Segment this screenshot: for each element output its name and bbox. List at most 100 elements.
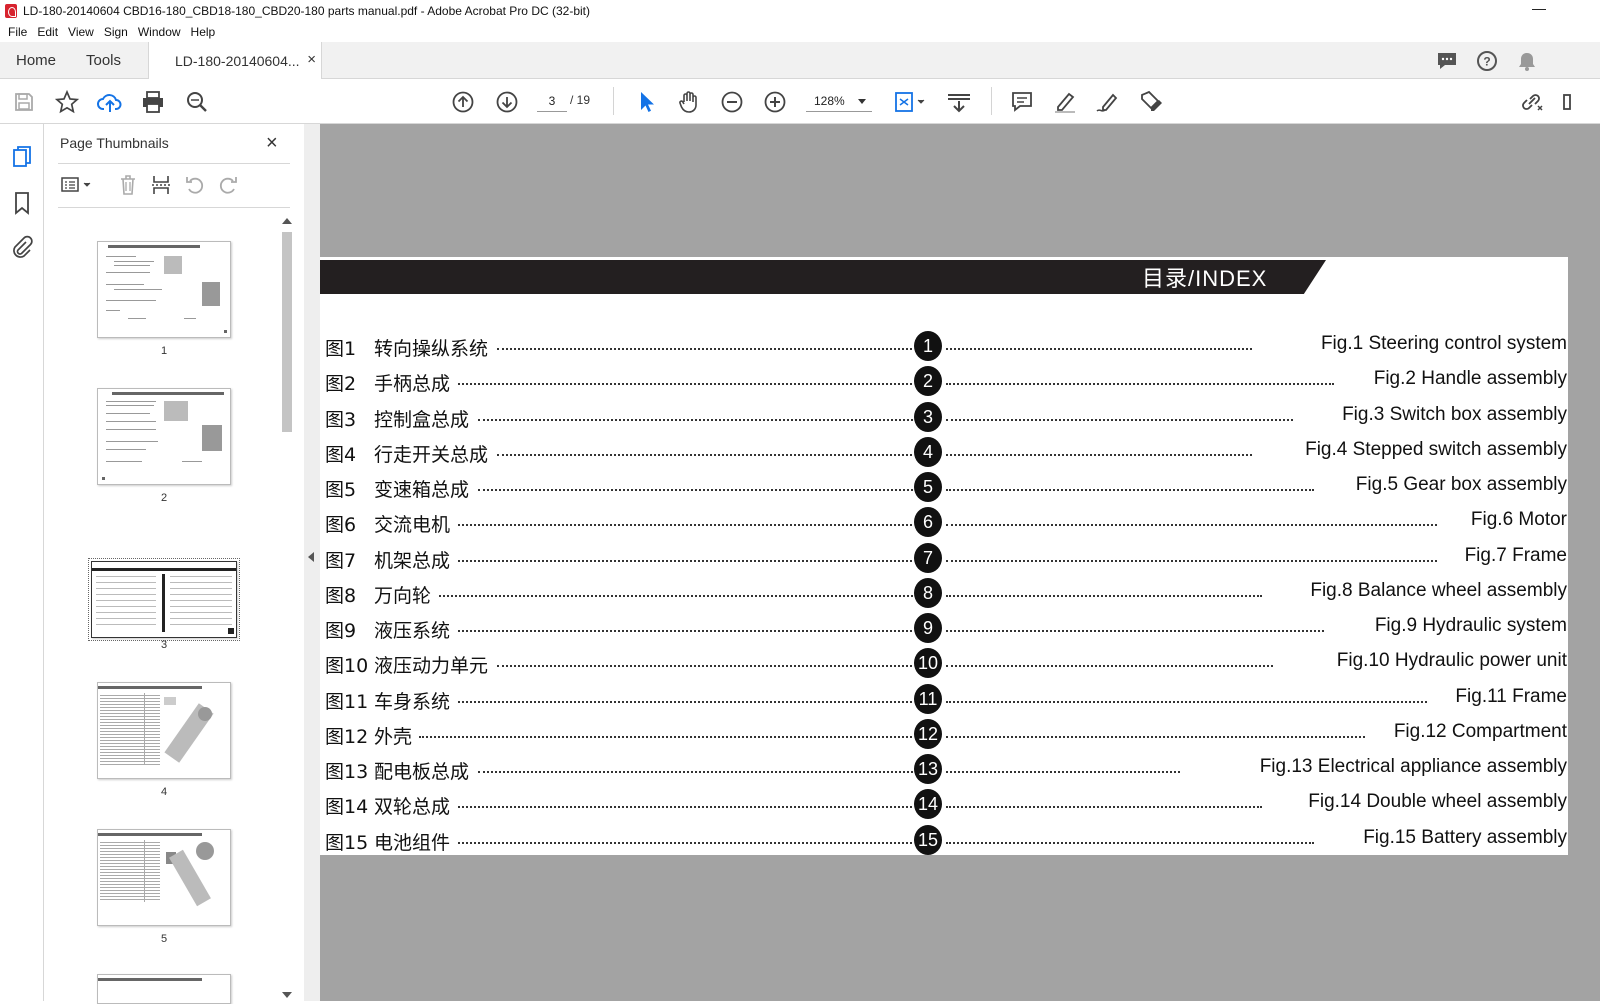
figure-number-cn: 图15: [325, 832, 369, 854]
leader-dots: [458, 383, 912, 385]
panel-splitter[interactable]: [304, 124, 320, 1001]
page-number-input[interactable]: 3: [537, 90, 567, 112]
leader-dots: [419, 736, 912, 738]
leader-dots: [458, 806, 912, 808]
tab-tools[interactable]: Tools: [86, 42, 121, 79]
close-panel-button[interactable]: ×: [266, 132, 278, 155]
print-icon[interactable]: [140, 89, 166, 115]
page-up-icon[interactable]: [450, 89, 476, 115]
menu-view[interactable]: View: [63, 25, 99, 39]
document-view[interactable]: 目录/INDEX 图1 转向操纵系统 1 Fig.1 Steering control…: [320, 124, 1600, 1001]
tab-document[interactable]: LD-180-20140604... ×: [148, 42, 322, 80]
entry-title-en: Fig.3 Switch box assembly: [1342, 404, 1567, 425]
page-thumbnail-4[interactable]: [97, 682, 231, 779]
scrollbar-thumb[interactable]: [282, 232, 292, 432]
figure-number-cn: 图9: [325, 620, 357, 642]
entry-title-cn: 电池组件: [374, 832, 451, 854]
leader-dots: [458, 701, 912, 703]
rotate-right-icon[interactable]: [217, 174, 239, 196]
figure-number-cn: 图14: [325, 796, 369, 818]
cloud-upload-icon[interactable]: [97, 89, 123, 115]
leader-dots: [946, 701, 1427, 703]
tab-bar: Home Tools LD-180-20140604... × ?: [0, 42, 1600, 80]
entry-title-en: Fig.9 Hydraulic system: [1374, 615, 1567, 636]
leader-dots: [946, 348, 1252, 350]
thumbnails-icon[interactable]: [9, 144, 35, 170]
entry-title-cn: 交流电机: [374, 514, 451, 536]
panel-toggle-icon[interactable]: [1560, 89, 1572, 115]
scroll-up-icon[interactable]: [282, 218, 292, 224]
rotate-left-icon[interactable]: [184, 174, 206, 196]
menu-edit[interactable]: Edit: [32, 25, 63, 39]
menu-window[interactable]: Window: [133, 25, 186, 39]
bookmark-icon[interactable]: [9, 190, 35, 216]
page-thumbnail-1[interactable]: [97, 241, 231, 338]
index-entry: 图11 车身系统 11 Fig.11 Frame: [320, 683, 1568, 718]
leader-dots: [458, 524, 912, 526]
tab-close-button[interactable]: ×: [307, 51, 316, 68]
comment-icon[interactable]: [1009, 89, 1035, 115]
index-entry: 图13 配电板总成 13 Fig.13 Electrical appliance as…: [320, 753, 1568, 788]
entry-title-en: Fig.4 Stepped switch assembly: [1305, 439, 1567, 460]
tab-home[interactable]: Home: [16, 42, 56, 79]
menu-help[interactable]: Help: [186, 25, 221, 39]
insert-page-icon[interactable]: [150, 174, 172, 196]
page-down-icon[interactable]: [494, 89, 520, 115]
entry-title-en: Fig.6 Motor: [1470, 509, 1567, 530]
attachment-icon[interactable]: [9, 234, 35, 260]
chat-icon[interactable]: [1436, 50, 1458, 72]
figure-number-cn: 图12: [325, 726, 369, 748]
sign-icon[interactable]: [1095, 89, 1121, 115]
delete-icon[interactable]: [117, 174, 139, 196]
fit-page-icon[interactable]: [892, 89, 928, 115]
thumbnail-scrollbar[interactable]: [280, 216, 294, 1000]
scroll-mode-icon[interactable]: [946, 89, 972, 115]
figure-badge: 3: [914, 402, 942, 432]
search-icon[interactable]: [184, 89, 210, 115]
figure-badge: 1: [914, 331, 942, 361]
leader-dots: [946, 630, 1324, 632]
chevron-down-icon: [858, 99, 866, 104]
index-entry: 图9 液压系统 9 Fig.9 Hydraulic system: [320, 612, 1568, 647]
panel-divider: [58, 207, 290, 208]
help-icon[interactable]: ?: [1476, 50, 1498, 72]
collapse-panel-icon[interactable]: [308, 552, 314, 562]
hand-icon[interactable]: [676, 89, 702, 115]
scroll-down-icon[interactable]: [282, 992, 292, 998]
thumbnail-options-icon[interactable]: [60, 174, 94, 196]
highlight-icon[interactable]: [1052, 89, 1078, 115]
page-thumbnail-6[interactable]: [97, 974, 231, 1004]
star-icon[interactable]: [54, 89, 80, 115]
menu-bar: File Edit View Sign Window Help: [0, 22, 1600, 42]
index-entry: 图12 外壳 12 Fig.12 Compartment: [320, 718, 1568, 753]
edit-pdf-icon[interactable]: [1138, 89, 1164, 115]
index-entry: 图1 转向操纵系统 1 Fig.1 Steering control system: [320, 330, 1568, 365]
page-thumbnail-3[interactable]: [88, 558, 240, 641]
notification-bell-icon[interactable]: [1516, 50, 1538, 72]
figure-badge: 13: [914, 754, 942, 784]
leader-dots: [478, 489, 913, 491]
share-link-icon[interactable]: [1519, 89, 1545, 115]
entry-title-cn: 控制盒总成: [374, 409, 470, 431]
select-cursor-icon[interactable]: [633, 89, 659, 115]
entry-title-cn: 配电板总成: [374, 761, 470, 783]
zoom-out-icon[interactable]: [719, 89, 745, 115]
menu-sign[interactable]: Sign: [99, 25, 133, 39]
minimize-button[interactable]: —: [1530, 1, 1548, 20]
leader-dots: [946, 524, 1437, 526]
index-entry: 图3 控制盒总成 3 Fig.3 Switch box assembly: [320, 401, 1568, 436]
figure-badge: 11: [914, 684, 942, 714]
tab-document-label: LD-180-20140604...: [175, 53, 300, 69]
leader-dots: [439, 595, 913, 597]
page-thumbnail-5[interactable]: [97, 829, 231, 926]
zoom-in-icon[interactable]: [762, 89, 788, 115]
entry-title-en: Fig.15 Battery assembly: [1363, 827, 1567, 848]
leader-dots: [946, 383, 1334, 385]
zoom-level-select[interactable]: 128%: [806, 90, 872, 112]
figure-number-cn: 图2: [325, 373, 357, 395]
figure-number-cn: 图6: [325, 514, 357, 536]
page-thumbnail-2[interactable]: [97, 388, 231, 485]
figure-number-cn: 图8: [325, 585, 357, 607]
menu-file[interactable]: File: [3, 25, 32, 39]
save-icon[interactable]: [11, 89, 37, 115]
